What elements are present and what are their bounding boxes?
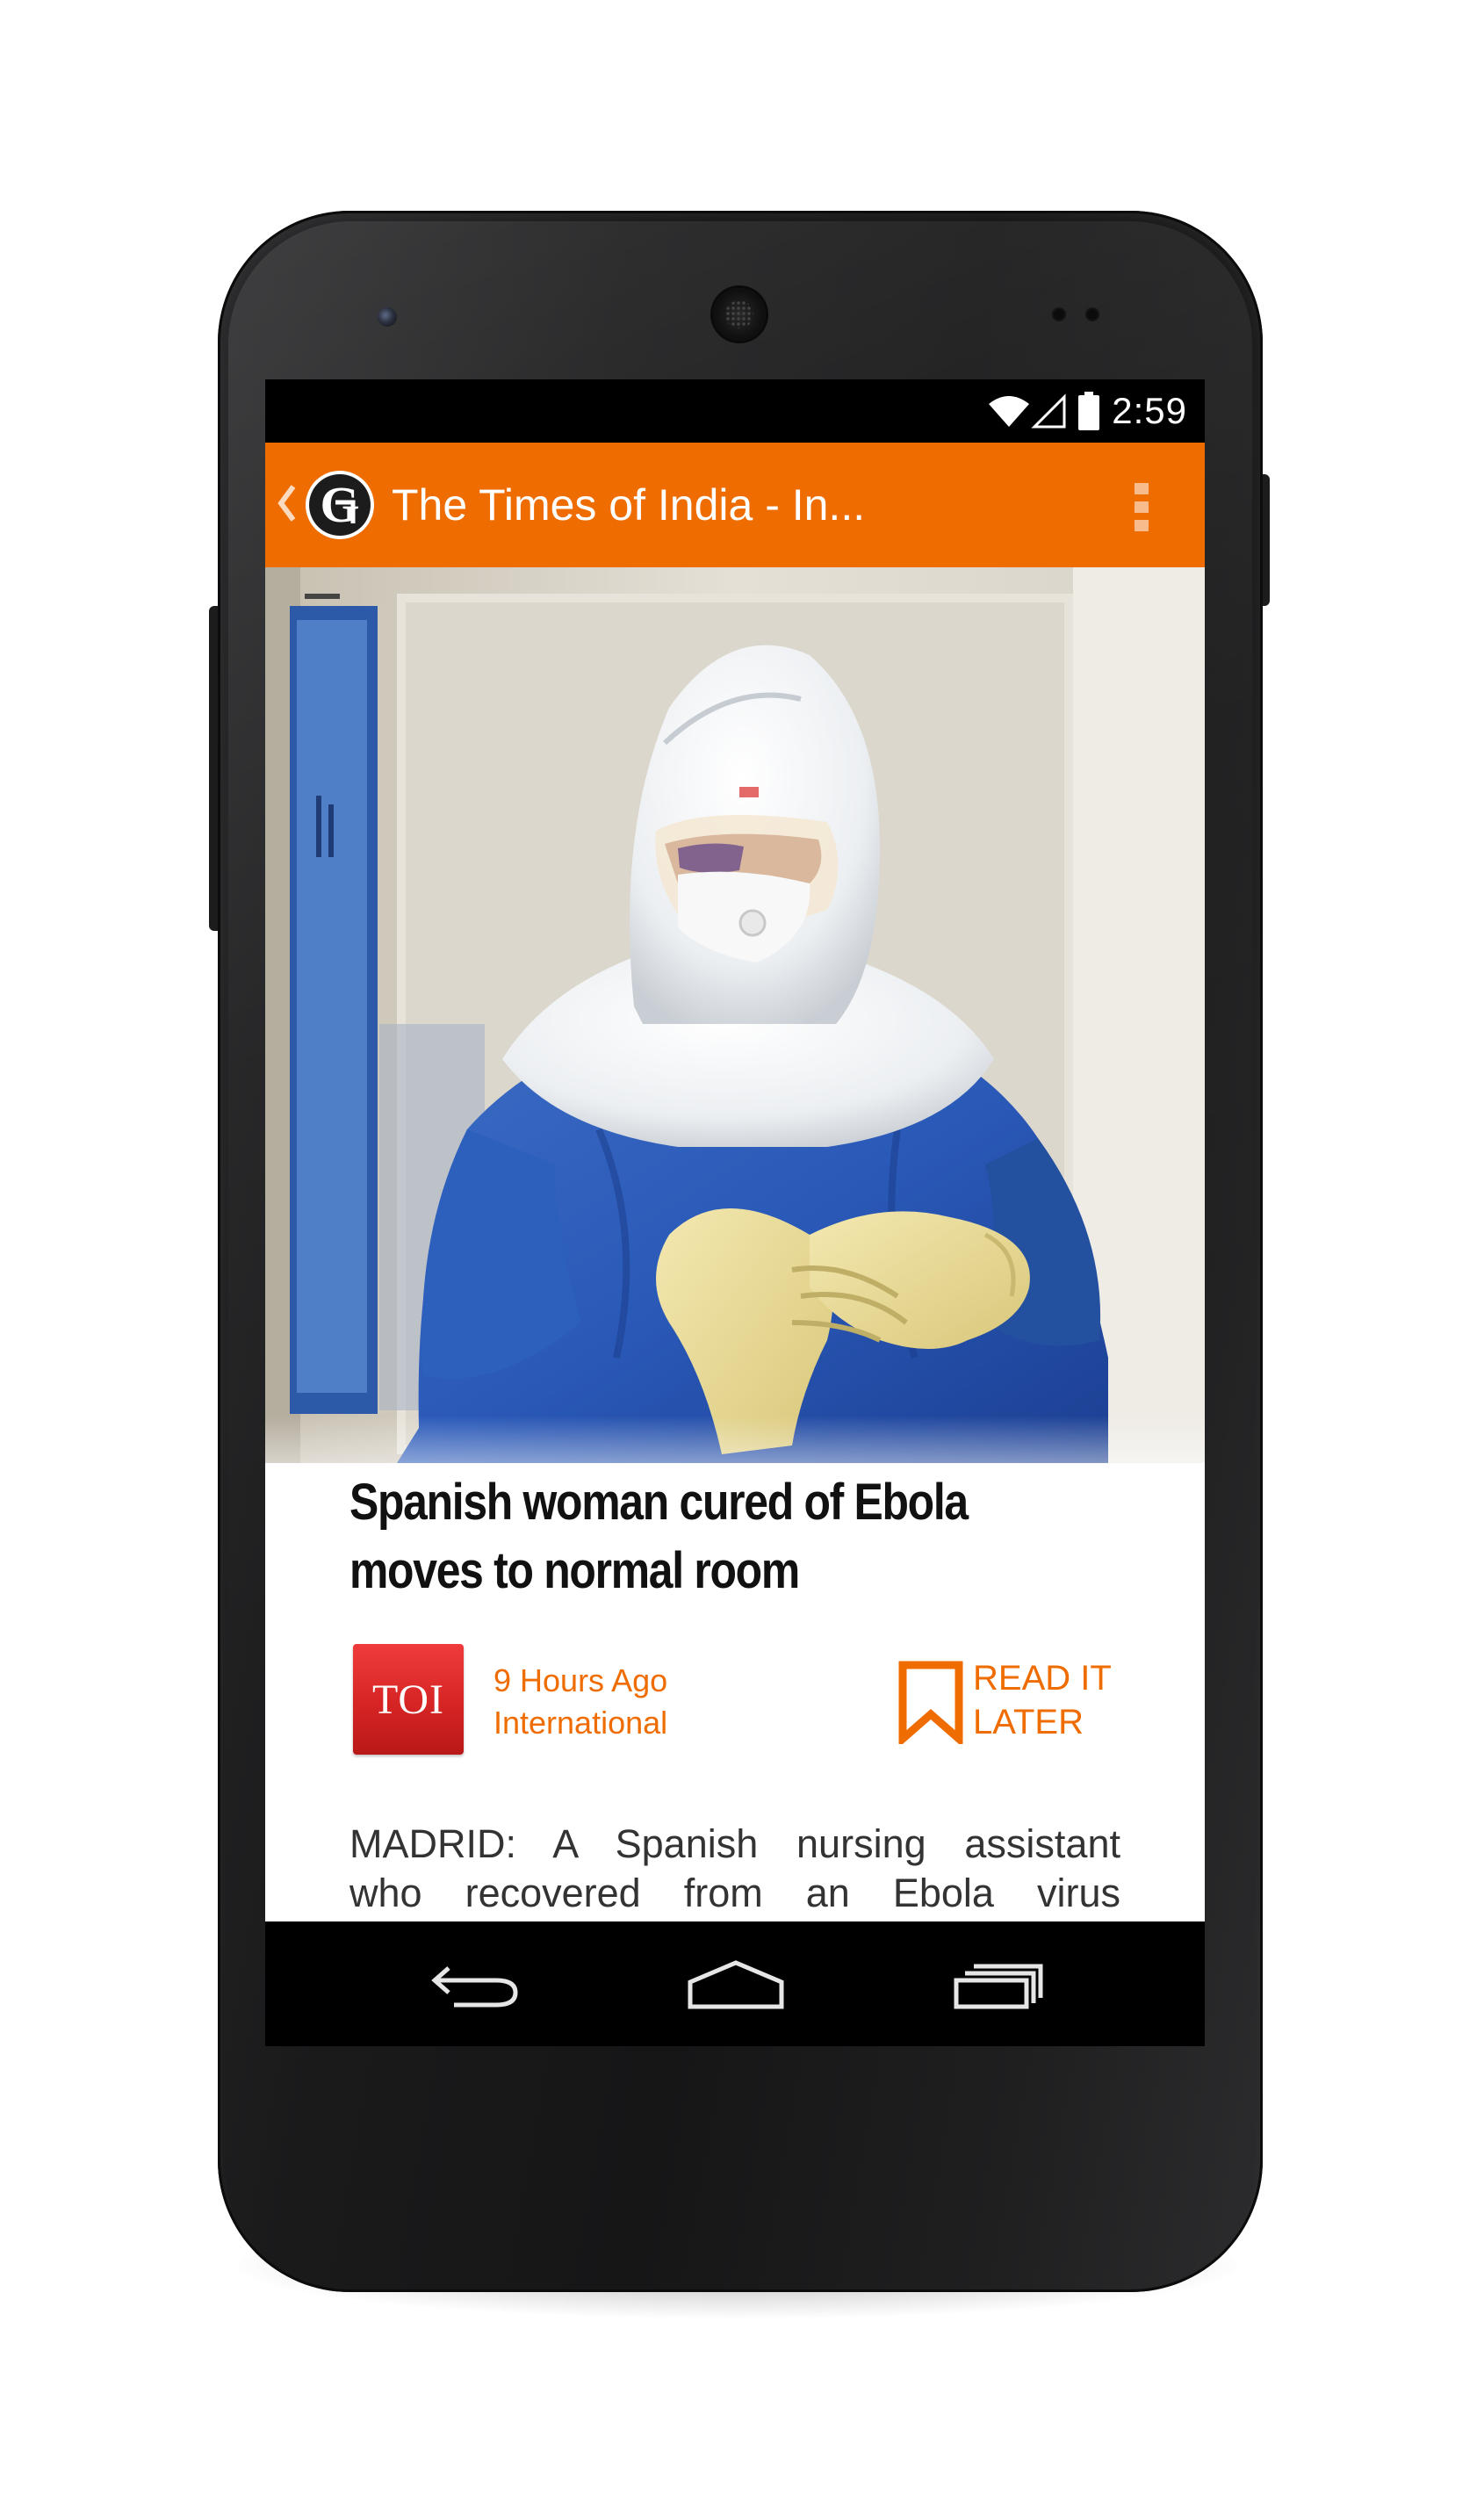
recent-apps-icon (954, 1964, 1043, 2009)
bookmark-icon (898, 1661, 963, 1744)
newspaper-g-logo-icon[interactable]: G (304, 469, 376, 541)
article-hero-image[interactable] (265, 567, 1205, 1463)
wifi-icon (989, 396, 1030, 427)
signal-icon (1031, 393, 1066, 429)
article-headline[interactable]: Spanish woman cured of Ebola moves to no… (349, 1468, 1029, 1605)
read-later-label: READ IT LATER (973, 1656, 1149, 1744)
status-time: 2:59 (1112, 390, 1187, 431)
read-later-button[interactable]: READ IT LATER (897, 1656, 1149, 1753)
healthcare-worker-photo (265, 567, 1205, 1463)
home-button[interactable] (683, 1941, 789, 2025)
article-category[interactable]: International (493, 1702, 667, 1744)
battery-icon (1078, 392, 1100, 430)
back-button[interactable] (423, 1941, 529, 2025)
chevron-left-icon[interactable] (276, 481, 297, 525)
home-icon (688, 1960, 784, 2009)
back-icon (431, 1966, 518, 2008)
headline-line-2: moves to normal room (349, 1542, 800, 1599)
headline-line-1: Spanish woman cured of Ebola (349, 1474, 969, 1531)
article-meta-row: TOI 9 Hours Ago International READ IT LA… (265, 1644, 1205, 1767)
article-body-line-1: MADRID: A Spanish nursing assistant (349, 1821, 1120, 1866)
read-later-line-1: READ IT (973, 1659, 1112, 1698)
action-bar-title[interactable]: The Times of India - In... (392, 443, 865, 567)
read-later-line-2: LATER (973, 1703, 1084, 1741)
navigation-bar (265, 1921, 1205, 2046)
article-time-ago: 9 Hours Ago (493, 1662, 668, 1698)
light-sensor (1087, 309, 1098, 320)
status-bar: 2:59 (265, 379, 1205, 443)
overflow-menu-icon[interactable] (1131, 481, 1152, 534)
earpiece-speaker (713, 288, 766, 341)
source-logo-text: TOI (371, 1676, 445, 1723)
article-body-line-2: who recovered from an Ebola virus (349, 1871, 1120, 1915)
phone-screen: 2:59 G The Times of India - In... Spanis… (265, 379, 1205, 2046)
front-camera (378, 307, 397, 327)
proximity-sensor (1054, 309, 1064, 320)
article-body: MADRID: A Spanish nursing assistant who … (349, 1820, 1120, 1918)
recent-apps-button[interactable] (945, 1941, 1050, 2025)
action-bar: G The Times of India - In... (265, 443, 1205, 567)
article-meta-text: 9 Hours Ago International (493, 1660, 667, 1744)
source-logo[interactable]: TOI (353, 1644, 464, 1755)
